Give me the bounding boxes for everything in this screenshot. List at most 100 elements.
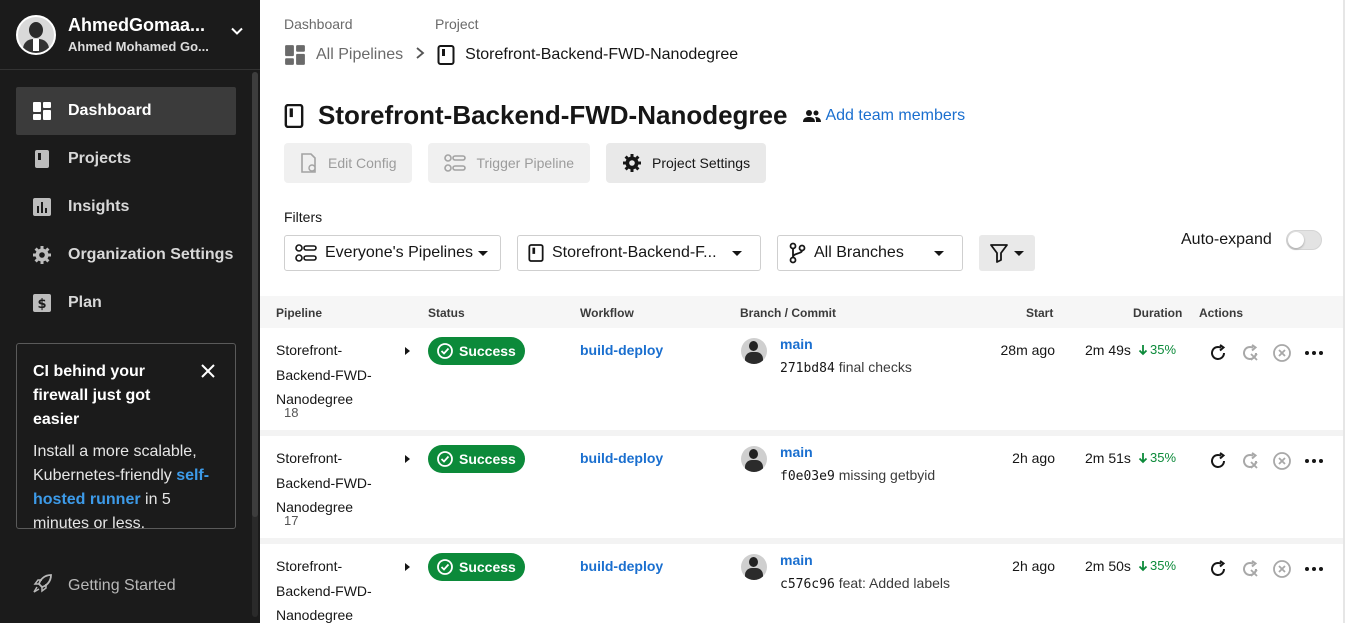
pipeline-name[interactable]: Storefront-Backend-FWD-Nanodegree <box>276 554 386 623</box>
edit-config-button[interactable]: Edit Config <box>284 143 413 183</box>
getting-started-label: Getting Started <box>68 576 176 594</box>
rerun-icon[interactable] <box>1202 558 1234 580</box>
breadcrumb-project[interactable]: Storefront-Backend-FWD-Nanodegree <box>465 46 738 64</box>
commit-info[interactable]: c576c96 feat: Added labels <box>780 575 950 592</box>
duration-delta-value: 35% <box>1150 342 1177 357</box>
file-gear-icon <box>300 153 318 173</box>
more-filters-button[interactable] <box>979 235 1035 271</box>
branch-link[interactable]: main <box>780 336 813 352</box>
rerun-failed-icon[interactable] <box>1234 558 1266 580</box>
sidebar-item-insights[interactable]: Insights <box>16 183 236 231</box>
duration: 2m 51s <box>1085 450 1131 466</box>
commit-message: feat: Added labels <box>838 575 950 591</box>
page-header: Storefront-Backend-FWD-Nanodegree Add te… <box>284 100 965 131</box>
pipeline-number: 17 <box>284 513 299 528</box>
close-icon[interactable] <box>201 364 215 383</box>
pipelines-owner-value: Everyone's Pipelines <box>325 244 474 261</box>
branch-filter-value: All Branches <box>814 244 904 261</box>
duration-delta-value: 35% <box>1150 558 1177 573</box>
start-time: 28m ago <box>1000 342 1055 358</box>
promo-title: CI behind your firewall just got easier <box>33 363 151 428</box>
workflow-link[interactable]: build-deploy <box>580 558 663 574</box>
rerun-icon[interactable] <box>1202 450 1234 472</box>
sidebar-item-projects[interactable]: Projects <box>16 135 236 183</box>
branch-filter[interactable]: All Branches <box>777 235 963 271</box>
user-full-name: Ahmed Mohamed Go... <box>68 39 209 54</box>
chevron-down-icon[interactable] <box>230 24 244 43</box>
sidebar-item-dashboard[interactable]: Dashboard <box>16 87 236 135</box>
start-time: 2h ago <box>1012 558 1055 574</box>
commit-info[interactable]: 271bd84 final checks <box>780 359 912 376</box>
user-switcher[interactable]: AhmedGomaa... Ahmed Mohamed Go... <box>0 0 260 70</box>
check-circle-icon <box>437 343 453 359</box>
pipeline-icon <box>295 244 317 262</box>
pipeline-name[interactable]: Storefront-Backend-FWD-Nanodegree <box>276 446 386 520</box>
sidebar-item-label: Organization Settings <box>68 246 234 263</box>
chevron-right-icon <box>415 46 425 65</box>
pipelines-owner-filter[interactable]: Everyone's Pipelines <box>284 235 501 271</box>
expand-row-icon[interactable] <box>405 347 410 355</box>
cancel-icon[interactable] <box>1266 558 1298 580</box>
more-options-icon[interactable] <box>1298 342 1330 364</box>
expand-row-icon[interactable] <box>405 455 410 463</box>
project-filter[interactable]: Storefront-Backend-F... <box>517 235 761 271</box>
sidebar-scrollbar[interactable] <box>252 72 258 617</box>
auto-expand-control: Auto-expand <box>1181 230 1322 250</box>
branch-link[interactable]: main <box>780 552 813 568</box>
more-options-icon[interactable] <box>1298 450 1330 472</box>
sidebar-item-plan[interactable]: $ Plan <box>16 279 236 327</box>
caret-down-icon <box>732 251 742 256</box>
project-settings-button[interactable]: Project Settings <box>606 143 767 183</box>
duration: 2m 50s <box>1085 558 1131 574</box>
team-icon <box>803 109 822 123</box>
status-badge[interactable]: Success <box>428 553 525 581</box>
add-team-members-link[interactable]: Add team members <box>803 107 965 125</box>
project-icon <box>528 243 544 263</box>
workflow-link[interactable]: build-deploy <box>580 450 663 466</box>
trigger-pipeline-button[interactable]: Trigger Pipeline <box>428 143 591 183</box>
status-label: Success <box>459 559 516 575</box>
workflow-link[interactable]: build-deploy <box>580 342 663 358</box>
rerun-icon[interactable] <box>1202 342 1234 364</box>
cancel-icon[interactable] <box>1266 342 1298 364</box>
insights-icon <box>32 197 52 217</box>
arrow-down-icon <box>1138 344 1148 356</box>
branch-icon <box>788 242 806 264</box>
project-filter-value: Storefront-Backend-F... <box>552 244 717 261</box>
rerun-failed-icon[interactable] <box>1234 342 1266 364</box>
check-circle-icon <box>437 559 453 575</box>
column-header-branch-commit: Branch / Commit <box>740 306 837 320</box>
pipeline-name[interactable]: Storefront-Backend-FWD-Nanodegree <box>276 338 386 412</box>
filters-label: Filters <box>284 209 323 225</box>
user-avatar <box>16 14 56 55</box>
edit-config-label: Edit Config <box>328 155 397 171</box>
rerun-failed-icon[interactable] <box>1234 450 1266 472</box>
plan-icon: $ <box>32 293 52 313</box>
projects-icon <box>32 149 52 169</box>
getting-started-link[interactable]: Getting Started <box>32 572 176 599</box>
gear-icon <box>32 245 52 265</box>
breadcrumb-all-pipelines[interactable]: All Pipelines <box>316 46 403 64</box>
column-header-pipeline: Pipeline <box>276 306 323 320</box>
status-badge[interactable]: Success <box>428 337 525 365</box>
dashboard-icon <box>284 44 306 66</box>
cancel-icon[interactable] <box>1266 450 1298 472</box>
table-row: Storefront-Backend-FWD-Nanodegree Succes… <box>260 544 1345 623</box>
auto-expand-toggle[interactable] <box>1285 230 1322 250</box>
more-options-icon[interactable] <box>1298 558 1330 580</box>
table-row: Storefront-Backend-FWD-Nanodegree 18 Suc… <box>260 328 1345 436</box>
sidebar-item-label: Insights <box>68 198 130 215</box>
row-actions <box>1202 342 1330 364</box>
column-header-start: Start <box>1026 306 1054 320</box>
add-team-members-label: Add team members <box>825 106 966 124</box>
column-header-status: Status <box>428 306 465 320</box>
sidebar-item-organization-settings[interactable]: Organization Settings <box>16 231 236 279</box>
commit-info[interactable]: f0e03e9 missing getbyid <box>780 467 935 484</box>
duration-delta: 35% <box>1138 342 1176 357</box>
status-badge[interactable]: Success <box>428 445 525 473</box>
self-hosted-runner-promo: CI behind your firewall just got easier … <box>16 343 236 532</box>
avatar <box>741 554 767 580</box>
branch-link[interactable]: main <box>780 444 813 460</box>
rocket-icon <box>32 572 54 599</box>
expand-row-icon[interactable] <box>405 563 410 571</box>
